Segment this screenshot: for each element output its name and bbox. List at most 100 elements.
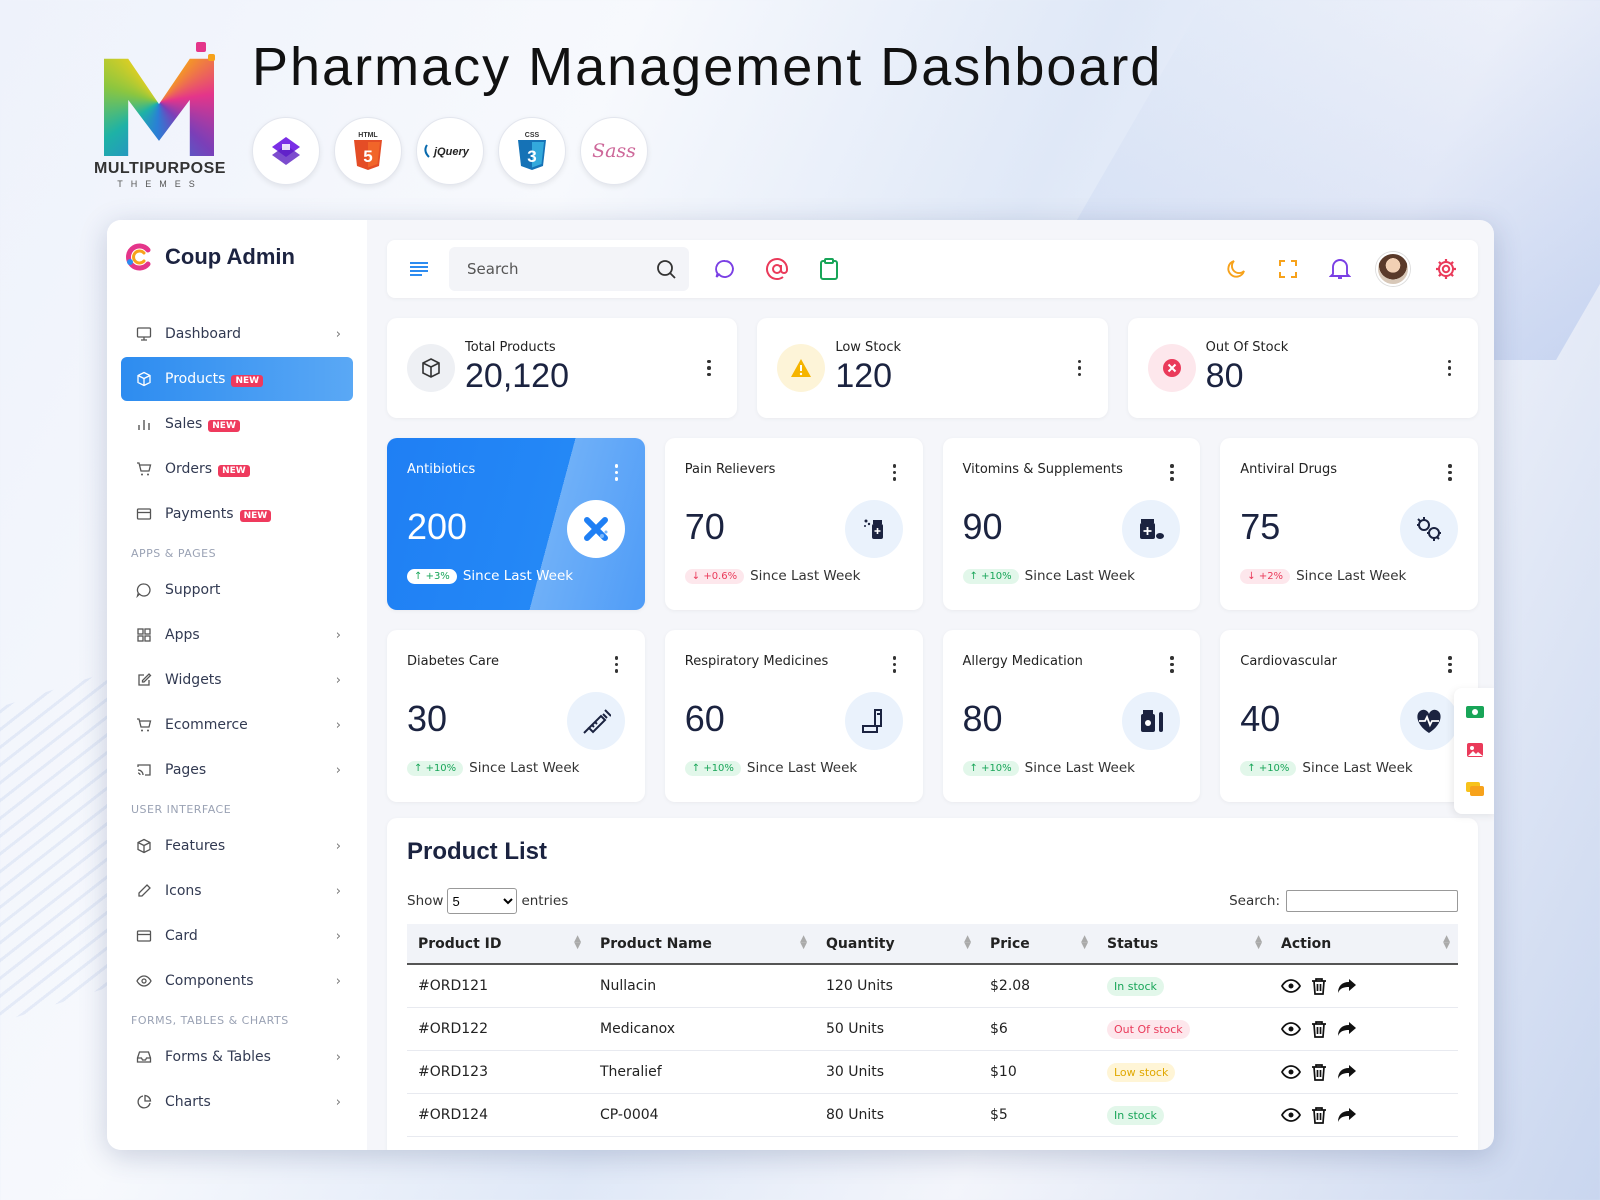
page-size-select[interactable]: 5 [447,888,518,914]
svg-text:Sass: Sass [592,140,636,162]
user-avatar[interactable] [1376,252,1410,286]
cell-product-id: #ORD121 [407,964,589,1008]
category-name: Diabetes Care [407,654,499,669]
col-product-id[interactable]: Product ID ▲ ▼ [407,924,589,965]
col-product-name[interactable]: Product Name ▲ ▼ [589,924,815,965]
more-options-icon[interactable] [1448,656,1452,673]
sort-icon: ▲ ▼ [800,934,807,951]
view-eye-icon[interactable] [1281,978,1301,994]
show-label: Show [407,893,444,909]
search-input[interactable]: Search [449,247,689,291]
category-value: 200 [407,506,468,547]
col-status[interactable]: Status ▲ ▼ [1096,924,1270,965]
category-card-allergy-medication[interactable]: Allergy Medication 80 ↑ +10% Since Last W… [942,630,1201,802]
sidebar-item-label: Ecommerce [165,717,248,733]
sidebar-item-orders[interactable]: Orders NEW [121,447,353,491]
sidebar-item-pages[interactable]: Pages › [121,748,353,792]
table-search-input[interactable] [1286,890,1458,912]
box-icon [135,837,153,855]
sidebar-item-widgets[interactable]: Widgets › [121,658,353,702]
more-options-icon[interactable] [707,359,711,377]
forward-share-icon[interactable] [1337,1021,1357,1037]
category-card-vitamins-supplements[interactable]: Vitomins & Supplements 90 ↑ +10% Since La… [942,438,1201,610]
view-eye-icon[interactable] [1281,1107,1301,1123]
sidebar-item-card[interactable]: Card › [121,914,353,958]
category-card-diabetes-care[interactable]: Diabetes Care 30 ↑ +10% Since Last Week [387,630,645,802]
sidebar-item-support[interactable]: Support [121,568,353,612]
message-icon[interactable] [1465,781,1485,797]
forward-share-icon[interactable] [1337,1064,1357,1080]
bell-icon[interactable] [1324,253,1356,285]
more-options-icon[interactable] [1170,464,1174,481]
moon-icon[interactable] [1220,253,1252,285]
more-options-icon[interactable] [614,656,619,673]
image-icon[interactable] [1466,742,1484,758]
at-sign-icon[interactable] [761,253,793,285]
category-value: 40 [1240,698,1281,739]
view-eye-icon[interactable] [1281,1064,1301,1080]
sidebar-item-dashboard[interactable]: Dashboard › [121,312,353,356]
delete-trash-icon[interactable] [1311,977,1327,995]
table-header-row: Product ID ▲ ▼ Product Name ▲ ▼ Quantity ▲ ▼ P… [407,924,1458,965]
view-eye-icon[interactable] [1281,1021,1301,1037]
sidebar-brand[interactable]: Coup Admin [123,242,295,272]
sidebar-item-sales[interactable]: Sales NEW [121,402,353,446]
more-options-icon[interactable] [892,656,897,673]
col-price[interactable]: Price ▲ ▼ [979,924,1096,965]
since-label: Since Last Week [462,568,574,584]
category-card-respiratory-medicines[interactable]: Respiratory Medicines 60 ↑ +10% Since Las… [664,630,923,802]
category-card-pain-relievers[interactable]: Pain Relievers 70 ↓ +0.6% Since Last Week [664,438,923,610]
sidebar-item-features[interactable]: Features › [121,824,353,868]
category-value: 90 [962,506,1003,547]
entries-label: entries [521,893,569,909]
more-options-icon[interactable] [1447,359,1452,377]
category-value: 70 [684,506,725,547]
more-options-icon[interactable] [1077,359,1082,377]
sidebar-item-apps[interactable]: Apps › [121,613,353,657]
stat-total-products: Total Products 20,120 [387,318,738,418]
menu-toggle-icon[interactable] [403,253,435,285]
card-icon [135,927,153,945]
chevron-right-icon: › [335,1049,341,1065]
forward-share-icon[interactable] [1337,1107,1357,1123]
sidebar-item-forms-tables[interactable]: Forms & Tables › [121,1035,353,1079]
search-icon[interactable] [655,258,677,280]
fullscreen-icon[interactable] [1272,253,1304,285]
more-options-icon[interactable] [614,464,619,481]
warning-icon [777,344,826,392]
sidebar-item-charts[interactable]: Charts › [121,1080,353,1124]
cell-quantity: 30 Units [815,1050,979,1094]
chevron-right-icon: › [335,973,341,989]
delete-trash-icon[interactable] [1311,1063,1327,1081]
multipurpose-logo: MULTIPURPOSE THEMES [92,42,228,189]
sidebar-item-products[interactable]: Products NEW [121,357,353,401]
status-badge: Out Of stock [1107,1019,1190,1039]
sidebar-item-components[interactable]: Components › [121,959,353,1003]
sidebar-item-label: Sales [165,416,203,432]
change-pill: ↑ +10% [684,760,741,776]
sidebar-item-ecommerce[interactable]: Ecommerce › [121,703,353,747]
gear-icon[interactable] [1430,253,1462,285]
delete-trash-icon[interactable] [1311,1106,1327,1124]
category-card-antibiotics[interactable]: Antibiotics 200 ↑ +3% Since Last Week [387,438,645,610]
more-options-icon[interactable] [1448,464,1452,481]
chat-icon[interactable] [709,253,741,285]
cell-product-name: Nullacin [589,964,815,1008]
category-card-cardiovascular[interactable]: Cardiovascular 40 ↑ +10% Since Last Week [1220,630,1478,802]
table-controls: Show 5 entries Search: [407,888,1458,914]
category-name: Antibiotics [407,462,476,477]
delete-trash-icon[interactable] [1311,1020,1327,1038]
product-list-card: Product List Show 5 entries Search: Prod… [387,818,1478,1150]
col-quantity[interactable]: Quantity ▲ ▼ [815,924,979,965]
forward-share-icon[interactable] [1337,978,1357,994]
money-icon[interactable] [1465,705,1485,719]
sidebar-item-icons[interactable]: Icons › [121,869,353,913]
stat-value: 80 [1205,357,1244,395]
clipboard-icon[interactable] [813,253,845,285]
more-options-icon[interactable] [892,464,897,481]
col-action[interactable]: Action ▲ ▼ [1270,924,1458,965]
cell-product-id: #ORD124 [407,1093,589,1137]
category-card-antiviral-drugs[interactable]: Antiviral Drugs 75 ↓ +2% Since Last Week [1220,438,1478,610]
more-options-icon[interactable] [1170,656,1174,673]
sidebar-item-payments[interactable]: Payments NEW [121,492,353,536]
